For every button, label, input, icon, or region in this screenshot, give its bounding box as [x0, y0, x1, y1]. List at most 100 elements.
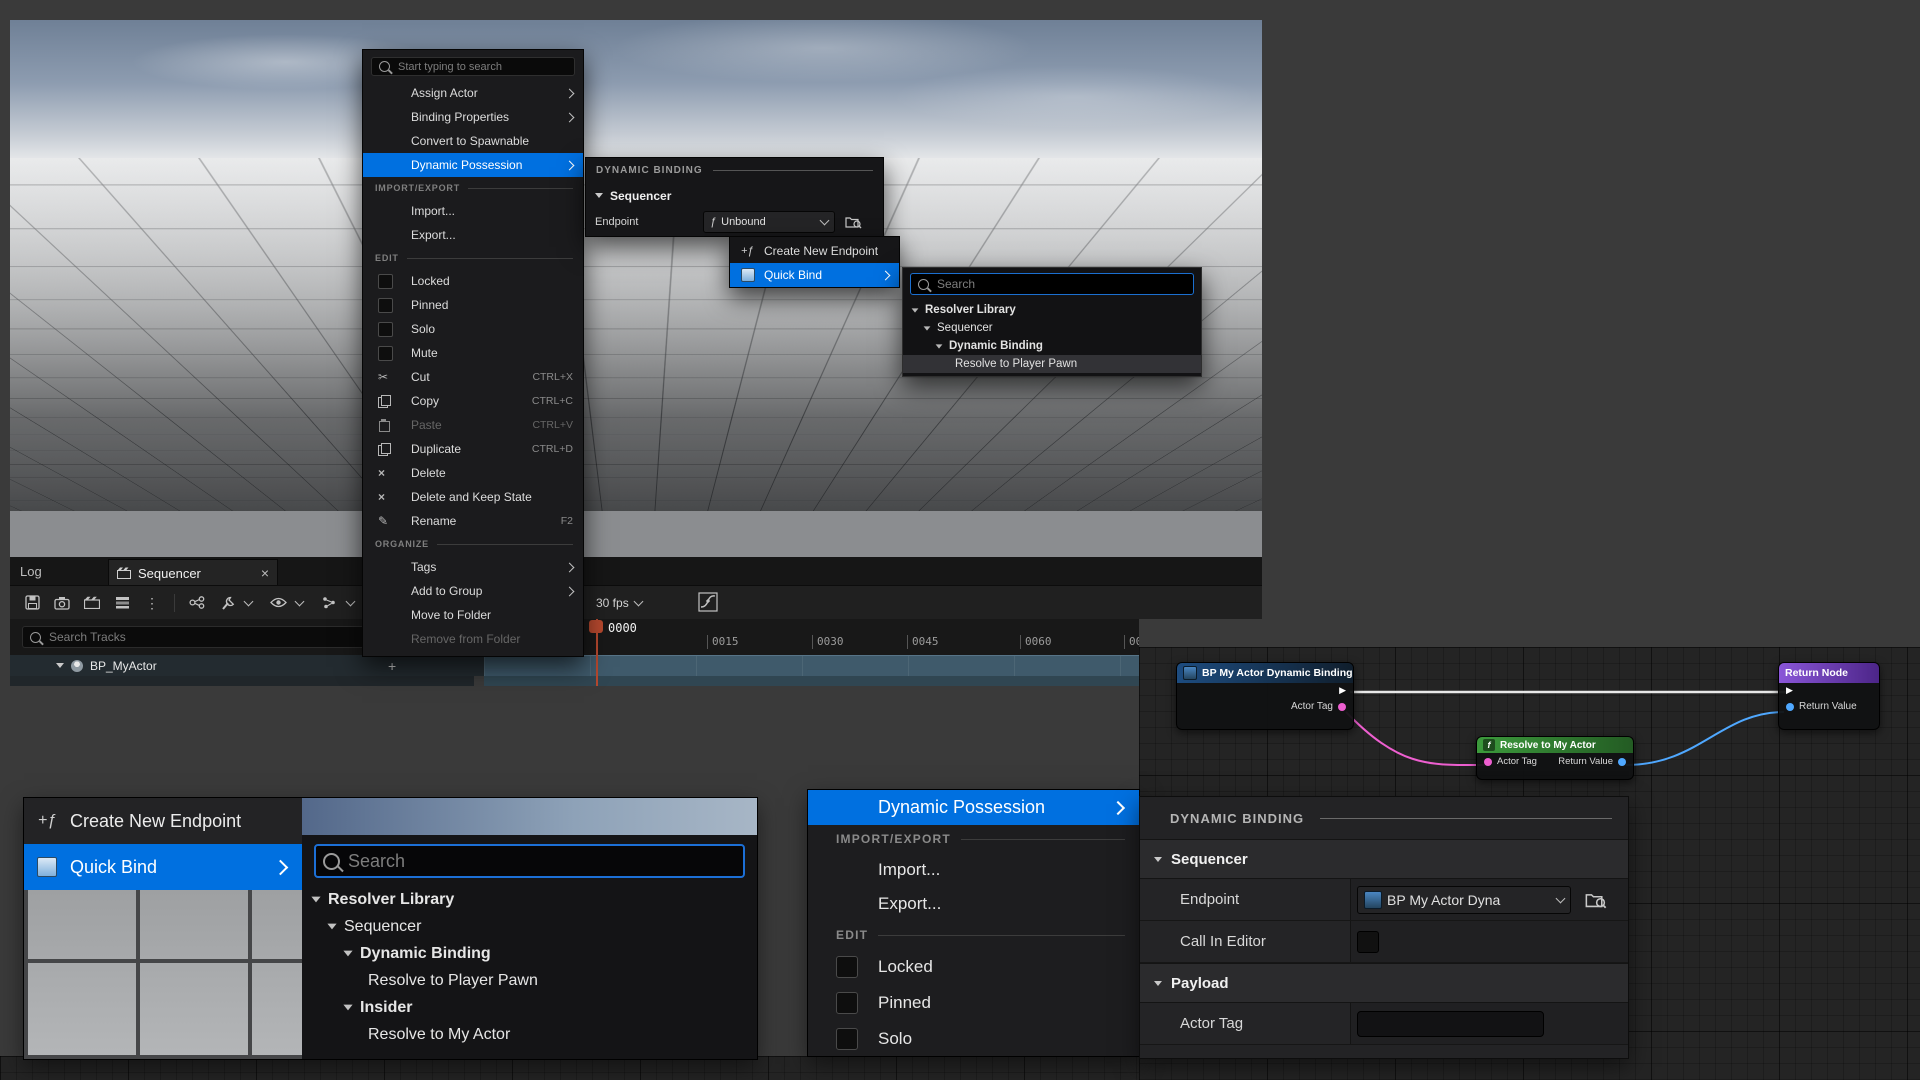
caret-down-icon[interactable] — [343, 951, 352, 957]
track-timeline-bar[interactable] — [484, 655, 1139, 676]
playback-options-chevron-icon[interactable] — [346, 596, 356, 606]
quick-bind-search-input[interactable] — [346, 850, 736, 873]
curve-editor-icon[interactable] — [698, 592, 718, 612]
menu-search-box[interactable] — [371, 57, 575, 76]
menu-item-convert-to-spawnable[interactable]: Convert to Spawnable — [363, 129, 583, 153]
caret-down-icon[interactable] — [311, 897, 320, 903]
call-in-editor-checkbox[interactable] — [1357, 931, 1379, 953]
menu-item-binding-properties[interactable]: Binding Properties — [363, 105, 583, 129]
menu-item-duplicate[interactable]: DuplicateCTRL+D — [363, 437, 583, 461]
menu-item-add-to-group[interactable]: Add to Group — [363, 579, 583, 603]
menu-item-delete-keep-state[interactable]: ×Delete and Keep State — [363, 485, 583, 509]
endpoint-dropdown[interactable]: BP My Actor Dyna — [1357, 886, 1571, 914]
menu-item-create-new-endpoint[interactable]: +ƒ Create New Endpoint — [730, 239, 899, 263]
menu-item-assign-actor[interactable]: Assign Actor — [363, 81, 583, 105]
camera-button[interactable] — [50, 592, 74, 614]
menu-item-pinned[interactable]: Pinned — [808, 985, 1139, 1021]
node-return-header[interactable]: Return Node — [1779, 663, 1879, 683]
menu-item-quick-bind[interactable]: Quick Bind — [730, 263, 899, 287]
return-value-in-pin[interactable]: Return Value — [1779, 698, 1879, 715]
save-button[interactable] — [20, 592, 44, 614]
node-resolve-to-my-actor[interactable]: f Resolve to My Actor Actor Tag Return V… — [1476, 736, 1634, 780]
caret-down-icon[interactable] — [327, 924, 336, 930]
tab-close-icon[interactable]: × — [261, 566, 269, 580]
tab-sequencer[interactable]: Sequencer × — [108, 559, 278, 586]
playhead-marker[interactable] — [589, 620, 603, 633]
object-pin-icon[interactable] — [1618, 758, 1626, 766]
quick-bind-search-input[interactable] — [935, 276, 1186, 292]
locked-checkbox[interactable] — [378, 274, 393, 289]
view-options-eye-button[interactable] — [266, 592, 290, 614]
tab-log[interactable]: Log — [20, 564, 42, 579]
return-value-out-pin[interactable]: Return Value — [1558, 756, 1626, 767]
menu-item-locked[interactable]: Locked — [363, 269, 583, 293]
caret-down-icon[interactable] — [912, 308, 919, 312]
menu-item-solo[interactable]: Solo — [363, 317, 583, 341]
menu-search-input[interactable] — [396, 60, 567, 74]
tree-item-dynamic-binding[interactable]: Dynamic Binding — [903, 337, 1201, 355]
menu-item-export[interactable]: Export... — [808, 887, 1139, 921]
menu-item-dynamic-possession[interactable]: Dynamic Possession — [808, 790, 1139, 825]
playback-options-button[interactable] — [317, 592, 341, 614]
subtrack-bar[interactable] — [484, 676, 1139, 686]
caret-down-icon[interactable] — [343, 1005, 352, 1011]
tree-item-resolver-library[interactable]: Resolver Library — [302, 886, 757, 913]
menu-item-export[interactable]: Export... — [363, 223, 583, 247]
more-options-kebab-icon[interactable]: ⋮ — [140, 592, 164, 614]
tree-item-resolve-to-player-pawn[interactable]: Resolve to Player Pawn — [903, 355, 1201, 373]
menu-item-quick-bind[interactable]: Quick Bind — [24, 844, 302, 890]
tree-item-resolve-to-my-actor[interactable]: Resolve to My Actor — [302, 1021, 757, 1048]
menu-item-import[interactable]: Import... — [363, 199, 583, 223]
menu-item-pinned[interactable]: Pinned — [363, 293, 583, 317]
browse-asset-icon[interactable] — [1585, 891, 1607, 909]
tree-item-insider[interactable]: Insider — [302, 994, 757, 1021]
render-movie-button[interactable] — [80, 592, 104, 614]
pinned-checkbox[interactable] — [836, 992, 858, 1014]
track-bp-myactor[interactable]: BP_MyActor + — [10, 655, 484, 676]
caret-down-icon[interactable] — [936, 344, 943, 348]
view-options-chevron-icon[interactable] — [295, 596, 305, 606]
details-section-sequencer[interactable]: Sequencer — [1140, 839, 1628, 879]
quick-bind-search-box[interactable] — [910, 273, 1194, 295]
quick-bind-search-box[interactable] — [314, 844, 745, 878]
menu-item-rename[interactable]: ✎RenameF2 — [363, 509, 583, 533]
locked-checkbox[interactable] — [836, 956, 858, 978]
tree-item-resolve-to-player-pawn[interactable]: Resolve to Player Pawn — [302, 967, 757, 994]
menu-item-solo[interactable]: Solo — [808, 1021, 1139, 1056]
bindings-button[interactable] — [185, 592, 209, 614]
tree-item-sequencer[interactable]: Sequencer — [302, 913, 757, 940]
node-return[interactable]: Return Node ▶ Return Value — [1778, 662, 1880, 730]
menu-item-create-new-endpoint[interactable]: +ƒ Create New Endpoint — [24, 798, 302, 844]
tree-item-dynamic-binding[interactable]: Dynamic Binding — [302, 940, 757, 967]
sequence-hierarchy-button[interactable] — [110, 592, 134, 614]
tree-item-resolver-library[interactable]: Resolver Library — [903, 301, 1201, 319]
name-pin-icon[interactable] — [1484, 758, 1492, 766]
caret-down-icon[interactable] — [924, 326, 931, 330]
actor-tag-input[interactable] — [1357, 1011, 1544, 1037]
binding-sequencer-section[interactable]: Sequencer — [586, 183, 883, 208]
menu-item-copy[interactable]: CopyCTRL+C — [363, 389, 583, 413]
endpoint-dropdown[interactable]: ƒ Unbound — [703, 211, 835, 233]
solo-checkbox[interactable] — [836, 1028, 858, 1050]
menu-item-move-to-folder[interactable]: Move to Folder — [363, 603, 583, 627]
menu-item-mute[interactable]: Mute — [363, 341, 583, 365]
menu-item-dynamic-possession[interactable]: Dynamic Possession — [363, 153, 583, 177]
add-track-button[interactable]: + — [388, 655, 396, 676]
node-binding-header[interactable]: BP My Actor Dynamic Binding 1 — [1177, 663, 1353, 683]
exec-in-pin[interactable]: ▶ — [1779, 683, 1879, 698]
pinned-checkbox[interactable] — [378, 298, 393, 313]
exec-out-pin[interactable]: ▶ — [1177, 683, 1353, 698]
node-binding[interactable]: BP My Actor Dynamic Binding 1 ▶ Actor Ta… — [1176, 662, 1354, 730]
solo-checkbox[interactable] — [378, 322, 393, 337]
menu-item-locked[interactable]: Locked — [808, 949, 1139, 985]
actor-tag-in-pin[interactable]: Actor Tag — [1484, 756, 1537, 767]
menu-item-tags[interactable]: Tags — [363, 555, 583, 579]
mute-checkbox[interactable] — [378, 346, 393, 361]
menu-item-delete[interactable]: ×Delete — [363, 461, 583, 485]
actor-tag-out-pin[interactable]: Actor Tag — [1177, 698, 1353, 715]
name-pin-icon[interactable] — [1338, 703, 1346, 711]
node-resolver-header[interactable]: f Resolve to My Actor — [1477, 737, 1633, 753]
track-expand-caret-icon[interactable] — [56, 663, 64, 668]
browse-asset-icon[interactable] — [845, 215, 862, 229]
actions-dropdown-chevron-icon[interactable] — [244, 596, 254, 606]
